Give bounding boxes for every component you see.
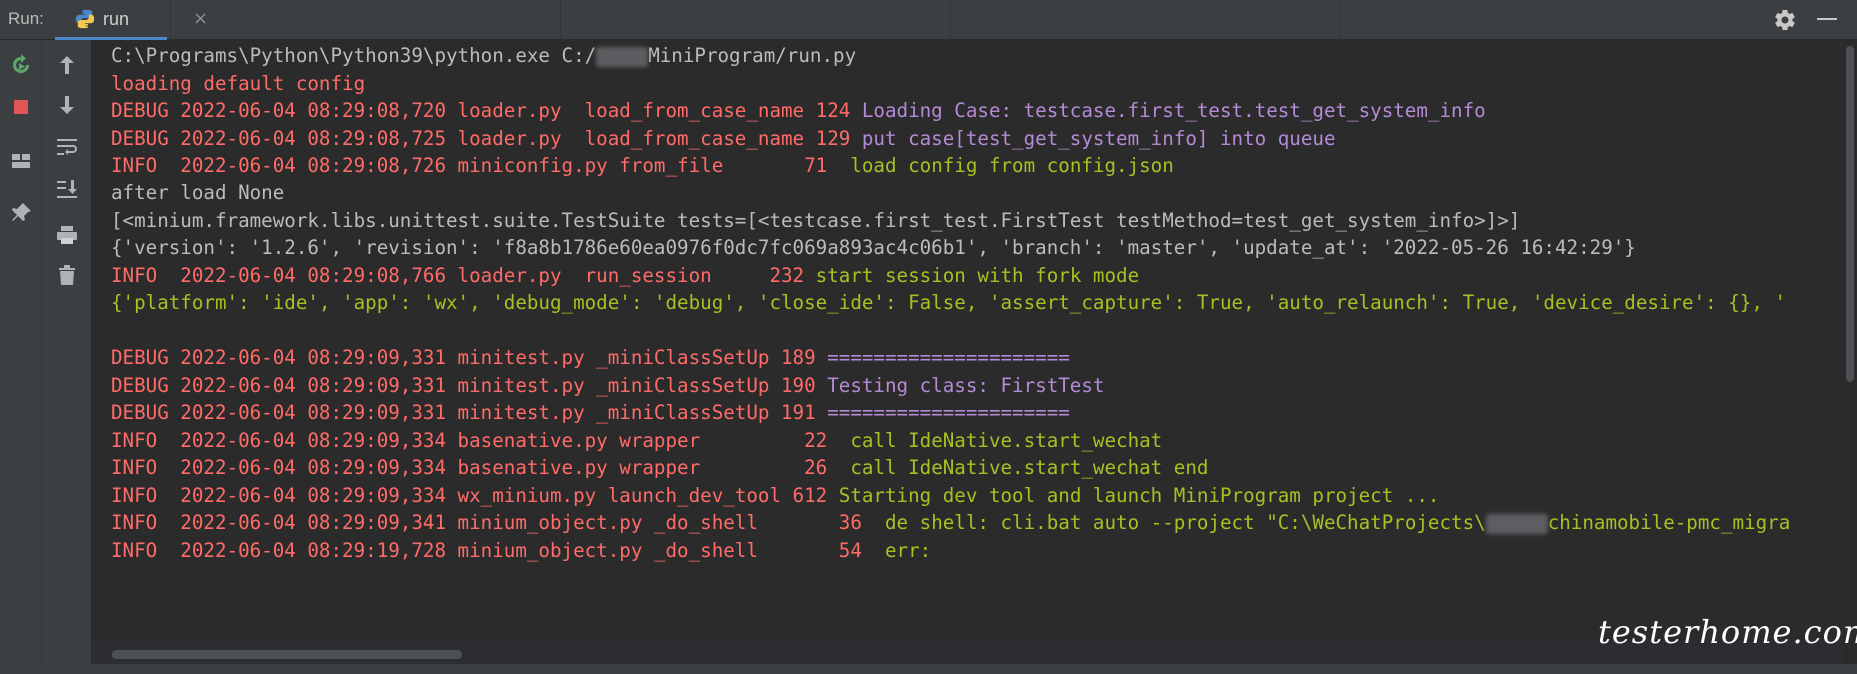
log-prefix: DEBUG 2022-06-04 08:29:08,725 loader.py … <box>111 127 862 150</box>
log-prefix: INFO 2022-06-04 08:29:08,726 miniconfig.… <box>111 154 851 177</box>
log-prefix: DEBUG 2022-06-04 08:29:09,331 minitest.p… <box>111 401 828 424</box>
console-line: INFO 2022-06-04 08:29:08,766 loader.py r… <box>111 265 1139 287</box>
gear-icon[interactable] <box>1773 8 1797 32</box>
vertical-scrollbar-thumb[interactable] <box>1846 46 1854 382</box>
log-prefix: DEBUG 2022-06-04 08:29:08,720 loader.py … <box>111 99 862 122</box>
console-toolbar <box>42 40 92 674</box>
header-divider <box>950 0 951 40</box>
log-prefix: DEBUG 2022-06-04 08:29:09,331 minitest.p… <box>111 374 828 397</box>
log-message: put case[test_get_system_info] into queu… <box>861 127 1336 150</box>
stop-icon[interactable] <box>8 94 34 120</box>
log-prefix: INFO 2022-06-04 08:29:09,334 basenative.… <box>111 429 851 452</box>
redacted-text <box>1485 513 1548 534</box>
console-line: DEBUG 2022-06-04 08:29:09,331 minitest.p… <box>111 375 1104 397</box>
log-message: call IdeNative.start_wechat end <box>850 456 1209 479</box>
log-prefix: DEBUG 2022-06-04 08:29:09,331 minitest.p… <box>111 346 828 369</box>
run-tool-window: Run: run × C:\Programs\Python\Python39\p… <box>0 0 1857 674</box>
header-divider <box>170 0 171 40</box>
console-line: DEBUG 2022-06-04 08:29:09,331 minitest.p… <box>111 402 1070 424</box>
pin-icon[interactable] <box>8 200 34 226</box>
log-message: Testing class: FirstTest <box>827 374 1105 397</box>
bottom-status-strip <box>0 664 1857 674</box>
console-line: loading default config <box>111 72 366 95</box>
console-line: INFO 2022-06-04 08:29:09,334 basenative.… <box>111 430 1162 452</box>
header-divider <box>1340 0 1341 40</box>
log-message: load config from config.json <box>850 154 1174 177</box>
console-line: INFO 2022-06-04 08:29:09,334 wx_minium.p… <box>111 485 1439 507</box>
console-line: [<minium.framework.libs.unittest.suite.T… <box>111 209 1521 232</box>
console-text: C:\Programs\Python\Python39\python.exe C… <box>111 44 597 67</box>
console-text: MiniProgram/run.py <box>648 44 857 67</box>
close-icon[interactable]: × <box>193 8 208 29</box>
horizontal-scrollbar-thumb[interactable] <box>112 650 462 659</box>
log-message: de shell: cli.bat auto --project "C:\WeC… <box>884 511 1486 534</box>
log-prefix: INFO 2022-06-04 08:29:09,334 basenative.… <box>111 456 851 479</box>
console-line: INFO 2022-06-04 08:29:09,334 basenative.… <box>111 457 1208 479</box>
arrow-down-icon[interactable] <box>54 92 80 118</box>
watermark: testerhome.com <box>1598 613 1857 651</box>
arrow-up-icon[interactable] <box>54 52 80 78</box>
rerun-icon[interactable] <box>8 52 34 78</box>
log-message: start session with fork mode <box>815 264 1140 287</box>
console-line: INFO 2022-06-04 08:29:08,726 miniconfig.… <box>111 155 1174 177</box>
tab-run[interactable]: run × <box>55 0 208 40</box>
log-message: ===================== <box>827 346 1070 369</box>
console-line: DEBUG 2022-06-04 08:29:08,725 loader.py … <box>111 128 1336 150</box>
log-prefix: INFO 2022-06-04 08:29:08,766 loader.py r… <box>111 264 816 287</box>
log-message: ===================== <box>827 401 1070 424</box>
console-line: {'platform': 'ide', 'app': 'wx', 'debug_… <box>111 291 1787 314</box>
left-toolbar <box>0 40 42 674</box>
console-line: DEBUG 2022-06-04 08:29:09,331 minitest.p… <box>111 347 1070 369</box>
header-divider <box>560 0 561 40</box>
tab-run-label: run <box>103 9 130 29</box>
soft-wrap-icon[interactable] <box>54 134 80 160</box>
console-line: {'version': '1.2.6', 'revision': 'f8a8b1… <box>111 236 1636 259</box>
console-line: after load None <box>111 181 285 204</box>
log-message: Starting dev tool and launch MiniProgram… <box>838 484 1440 507</box>
log-prefix: INFO 2022-06-04 08:29:09,341 minium_obje… <box>111 511 885 534</box>
log-message: err: <box>884 539 932 562</box>
python-icon <box>74 8 96 30</box>
log-message: Loading Case: testcase.first_test.test_g… <box>861 99 1486 122</box>
redacted-text <box>596 46 649 67</box>
print-icon[interactable] <box>54 222 80 248</box>
console-line: INFO 2022-06-04 08:29:09,341 minium_obje… <box>111 512 1790 534</box>
scroll-to-end-icon[interactable] <box>54 176 80 202</box>
log-prefix: INFO 2022-06-04 08:29:09,334 wx_minium.p… <box>111 484 839 507</box>
console-output[interactable]: C:\Programs\Python\Python39\python.exe C… <box>92 40 1842 640</box>
console-line: DEBUG 2022-06-04 08:29:08,720 loader.py … <box>111 100 1486 122</box>
run-label: Run: <box>8 9 44 28</box>
log-message: call IdeNative.start_wechat <box>850 429 1163 452</box>
console-line: C:\Programs\Python\Python39\python.exe C… <box>111 45 856 67</box>
console-line: INFO 2022-06-04 08:29:19,728 minium_obje… <box>111 540 931 562</box>
run-header: Run: run × <box>0 0 1857 40</box>
log-prefix: INFO 2022-06-04 08:29:19,728 minium_obje… <box>111 539 885 562</box>
log-message: chinamobile-pmc_migra <box>1547 511 1791 534</box>
trash-icon[interactable] <box>54 262 80 288</box>
minimize-icon[interactable] <box>1817 18 1837 20</box>
layout-icon[interactable] <box>8 148 34 174</box>
